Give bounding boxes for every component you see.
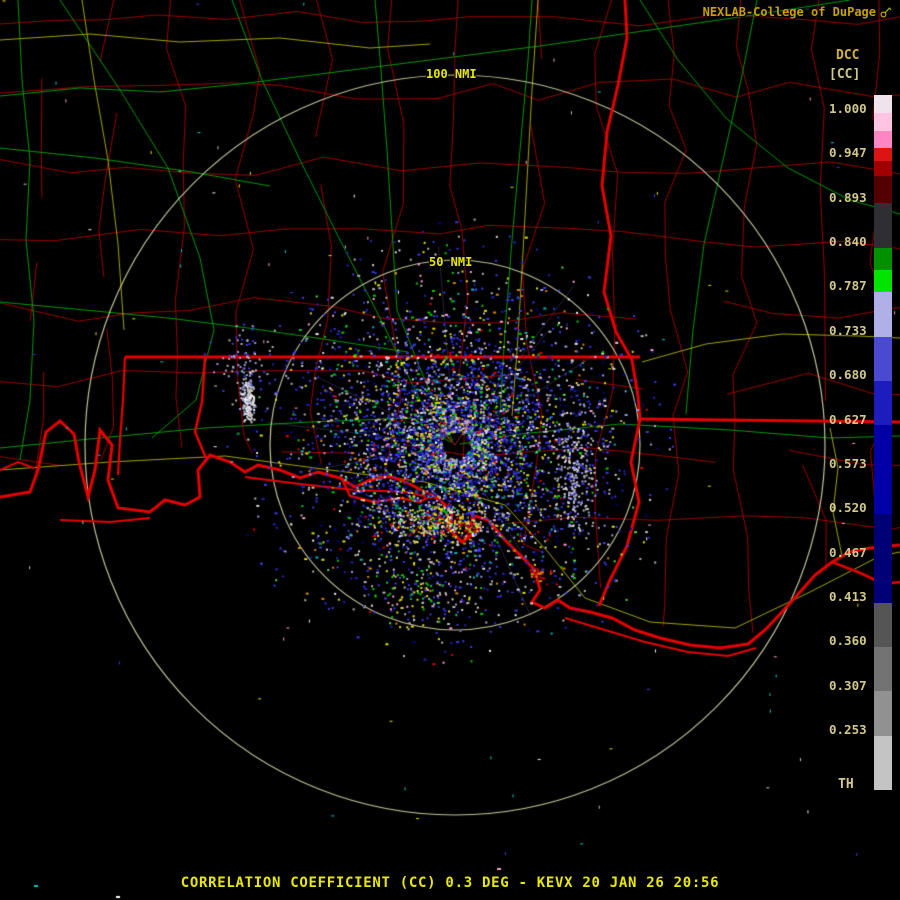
colorbar-segment bbox=[874, 292, 892, 337]
ring-label-100nmi: 100 NMI bbox=[426, 67, 477, 81]
radar-display: NEXLAB-College of DuPage 100 NMI 50 NMI … bbox=[0, 0, 900, 900]
colorbar-tick: 0.253 bbox=[829, 722, 867, 738]
colorbar-product-label: DCC bbox=[836, 48, 860, 63]
colorbar-segment bbox=[874, 736, 892, 790]
colorbar-segment bbox=[874, 603, 892, 647]
colorbar-tick: 0.840 bbox=[829, 234, 867, 250]
colorbar-tick: 0.627 bbox=[829, 411, 867, 427]
radar-map-canvas bbox=[0, 0, 900, 900]
colorbar-segment bbox=[874, 113, 892, 131]
product-caption: CORRELATION COEFFICIENT (CC) 0.3 DEG - K… bbox=[180, 875, 720, 891]
colorbar-segment bbox=[874, 148, 892, 161]
colorbar-tick: 0.893 bbox=[829, 189, 867, 205]
colorbar-segment bbox=[874, 270, 892, 292]
colorbar-segment bbox=[874, 647, 892, 691]
colorbar-tick: 1.000 bbox=[829, 101, 867, 116]
colorbar-tick: 0.520 bbox=[829, 500, 867, 516]
colorbar bbox=[874, 95, 892, 790]
colorbar-segment bbox=[874, 161, 892, 176]
colorbar-segment bbox=[874, 131, 892, 148]
colorbar-segment bbox=[874, 95, 892, 113]
colorbar-threshold-label: TH bbox=[838, 777, 854, 792]
colorbar-tick: 0.467 bbox=[829, 544, 867, 560]
colorbar-units-label: [CC] bbox=[829, 67, 861, 82]
cod-station-logo-icon bbox=[880, 6, 892, 18]
ring-label-50nmi: 50 NMI bbox=[429, 255, 473, 269]
colorbar-segment bbox=[874, 203, 892, 248]
colorbar-tick: 0.360 bbox=[829, 633, 867, 649]
colorbar-tick: 0.413 bbox=[829, 588, 867, 604]
colorbar-segment bbox=[874, 425, 892, 514]
attribution: NEXLAB-College of DuPage bbox=[703, 5, 892, 19]
colorbar-segment bbox=[874, 337, 892, 381]
colorbar-segment bbox=[874, 381, 892, 425]
attribution-text: NEXLAB-College of DuPage bbox=[702, 5, 876, 19]
colorbar-segment bbox=[874, 248, 892, 270]
colorbar-tick: 0.733 bbox=[829, 322, 867, 338]
colorbar-tick: 0.307 bbox=[829, 677, 867, 693]
colorbar-tick: 0.573 bbox=[829, 455, 867, 471]
colorbar-tick: 0.680 bbox=[829, 367, 867, 383]
colorbar-tick: 0.947 bbox=[829, 145, 867, 161]
colorbar-segment bbox=[874, 514, 892, 603]
colorbar-segment bbox=[874, 691, 892, 736]
colorbar-tick: 0.787 bbox=[829, 278, 867, 294]
colorbar-segment bbox=[874, 176, 892, 203]
